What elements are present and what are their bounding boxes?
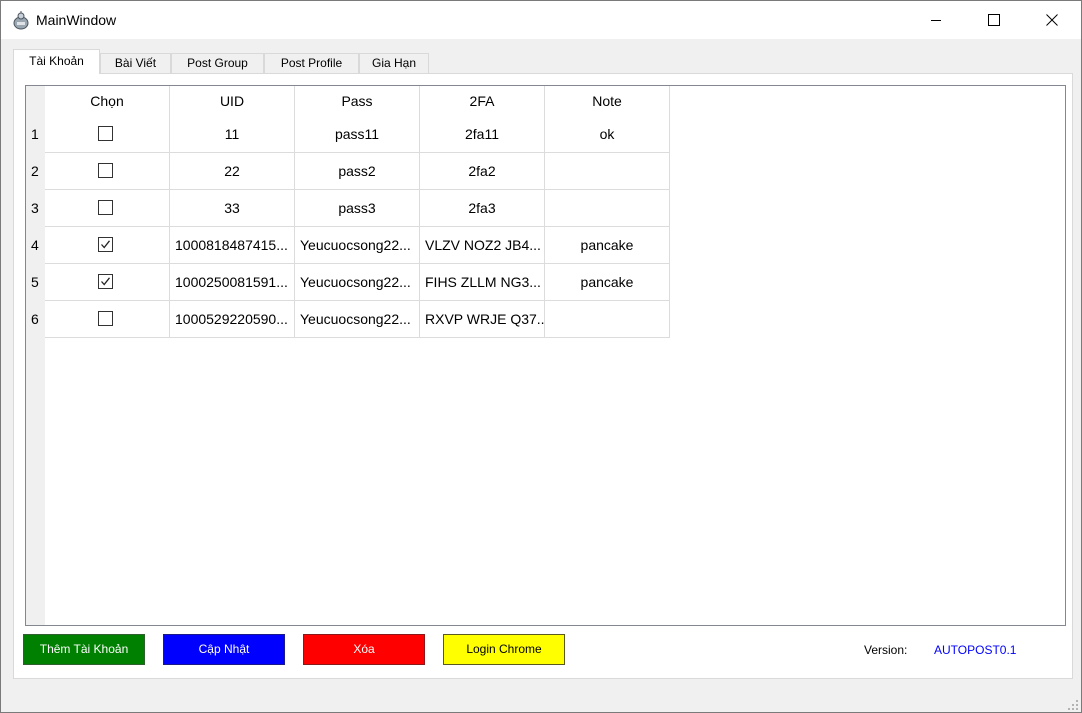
cell-pass[interactable]: Yeucuocsong22... <box>295 227 420 264</box>
maximize-button[interactable] <box>965 1 1023 39</box>
cell-note[interactable]: pancake <box>545 264 670 301</box>
update-button[interactable]: Cập Nhật <box>163 634 285 665</box>
login-chrome-button[interactable]: Login Chrome <box>443 634 565 665</box>
cell-uid[interactable]: 22 <box>170 153 295 190</box>
close-button[interactable] <box>1023 1 1081 39</box>
table-corner <box>26 86 45 116</box>
tab-post-group[interactable]: Post Group <box>171 53 264 74</box>
column-header-2fa[interactable]: 2FA <box>420 86 545 116</box>
cell-twofa[interactable]: FIHS ZLLM NG3... <box>420 264 545 301</box>
minimize-button[interactable] <box>907 1 965 39</box>
checkmark-icon <box>101 240 111 249</box>
select-checkbox[interactable] <box>98 126 113 141</box>
version-value: AUTOPOST0.1 <box>934 643 1017 657</box>
row-header[interactable]: 6 <box>26 301 45 338</box>
cell-uid[interactable]: 1000250081591... <box>170 264 295 301</box>
tab-panel-tai-khoan: Chọn UID Pass 2FA Note 1 11 pass11 2fa11 ok 2… <box>13 73 1073 679</box>
main-window: MainWindow Tài Khoản Bài Viết Post Group… <box>0 0 1082 713</box>
window-title: MainWindow <box>36 12 117 28</box>
cell-note[interactable] <box>545 301 670 338</box>
cell-pass[interactable]: pass11 <box>295 116 420 153</box>
select-cell[interactable] <box>45 116 170 153</box>
cell-pass[interactable]: pass3 <box>295 190 420 227</box>
cell-twofa[interactable]: 2fa2 <box>420 153 545 190</box>
row-header[interactable]: 2 <box>26 153 45 190</box>
delete-button[interactable]: Xóa <box>303 634 425 665</box>
select-checkbox[interactable] <box>98 311 113 326</box>
cell-note[interactable]: pancake <box>545 227 670 264</box>
add-account-button[interactable]: Thêm Tài Khoản <box>23 634 145 665</box>
cell-uid[interactable]: 11 <box>170 116 295 153</box>
select-cell[interactable] <box>45 153 170 190</box>
accounts-table: Chọn UID Pass 2FA Note 1 11 pass11 2fa11 ok 2… <box>25 85 1066 626</box>
column-header-chon[interactable]: Chọn <box>45 86 170 116</box>
cell-uid[interactable]: 33 <box>170 190 295 227</box>
title-bar[interactable]: MainWindow <box>1 1 1081 39</box>
cell-twofa[interactable]: 2fa11 <box>420 116 545 153</box>
cell-note[interactable] <box>545 190 670 227</box>
cell-note[interactable] <box>545 153 670 190</box>
cell-twofa[interactable]: 2fa3 <box>420 190 545 227</box>
version-label: Version: <box>864 643 908 657</box>
row-header[interactable]: 5 <box>26 264 45 301</box>
row-header[interactable]: 4 <box>26 227 45 264</box>
select-checkbox[interactable] <box>98 274 113 289</box>
select-checkbox[interactable] <box>98 163 113 178</box>
select-cell[interactable] <box>45 227 170 264</box>
tab-post-profile[interactable]: Post Profile <box>264 53 359 74</box>
column-header-pass[interactable]: Pass <box>295 86 420 116</box>
cell-uid[interactable]: 1000818487415... <box>170 227 295 264</box>
close-icon <box>1046 14 1058 26</box>
select-cell[interactable] <box>45 264 170 301</box>
cell-twofa[interactable]: VLZV NOZ2 JB4... <box>420 227 545 264</box>
row-header[interactable]: 3 <box>26 190 45 227</box>
cell-pass[interactable]: pass2 <box>295 153 420 190</box>
row-header[interactable]: 1 <box>26 116 45 153</box>
minimize-icon <box>931 20 941 21</box>
cell-uid[interactable]: 1000529220590... <box>170 301 295 338</box>
column-header-uid[interactable]: UID <box>170 86 295 116</box>
select-cell[interactable] <box>45 190 170 227</box>
column-header-note[interactable]: Note <box>545 86 670 116</box>
cell-pass[interactable]: Yeucuocsong22... <box>295 301 420 338</box>
tab-tai-khoan[interactable]: Tài Khoản <box>13 49 100 74</box>
cell-twofa[interactable]: RXVP WRJE Q37... <box>420 301 545 338</box>
maximize-icon <box>988 14 1000 26</box>
tab-bai-viet[interactable]: Bài Viết <box>100 53 171 74</box>
cell-pass[interactable]: Yeucuocsong22... <box>295 264 420 301</box>
tab-gia-han[interactable]: Gia Hạn <box>359 53 429 74</box>
checkmark-icon <box>101 277 111 286</box>
select-checkbox[interactable] <box>98 237 113 252</box>
app-icon <box>13 11 29 30</box>
select-checkbox[interactable] <box>98 200 113 215</box>
select-cell[interactable] <box>45 301 170 338</box>
resize-grip-icon[interactable] <box>1067 699 1079 711</box>
cell-note[interactable]: ok <box>545 116 670 153</box>
